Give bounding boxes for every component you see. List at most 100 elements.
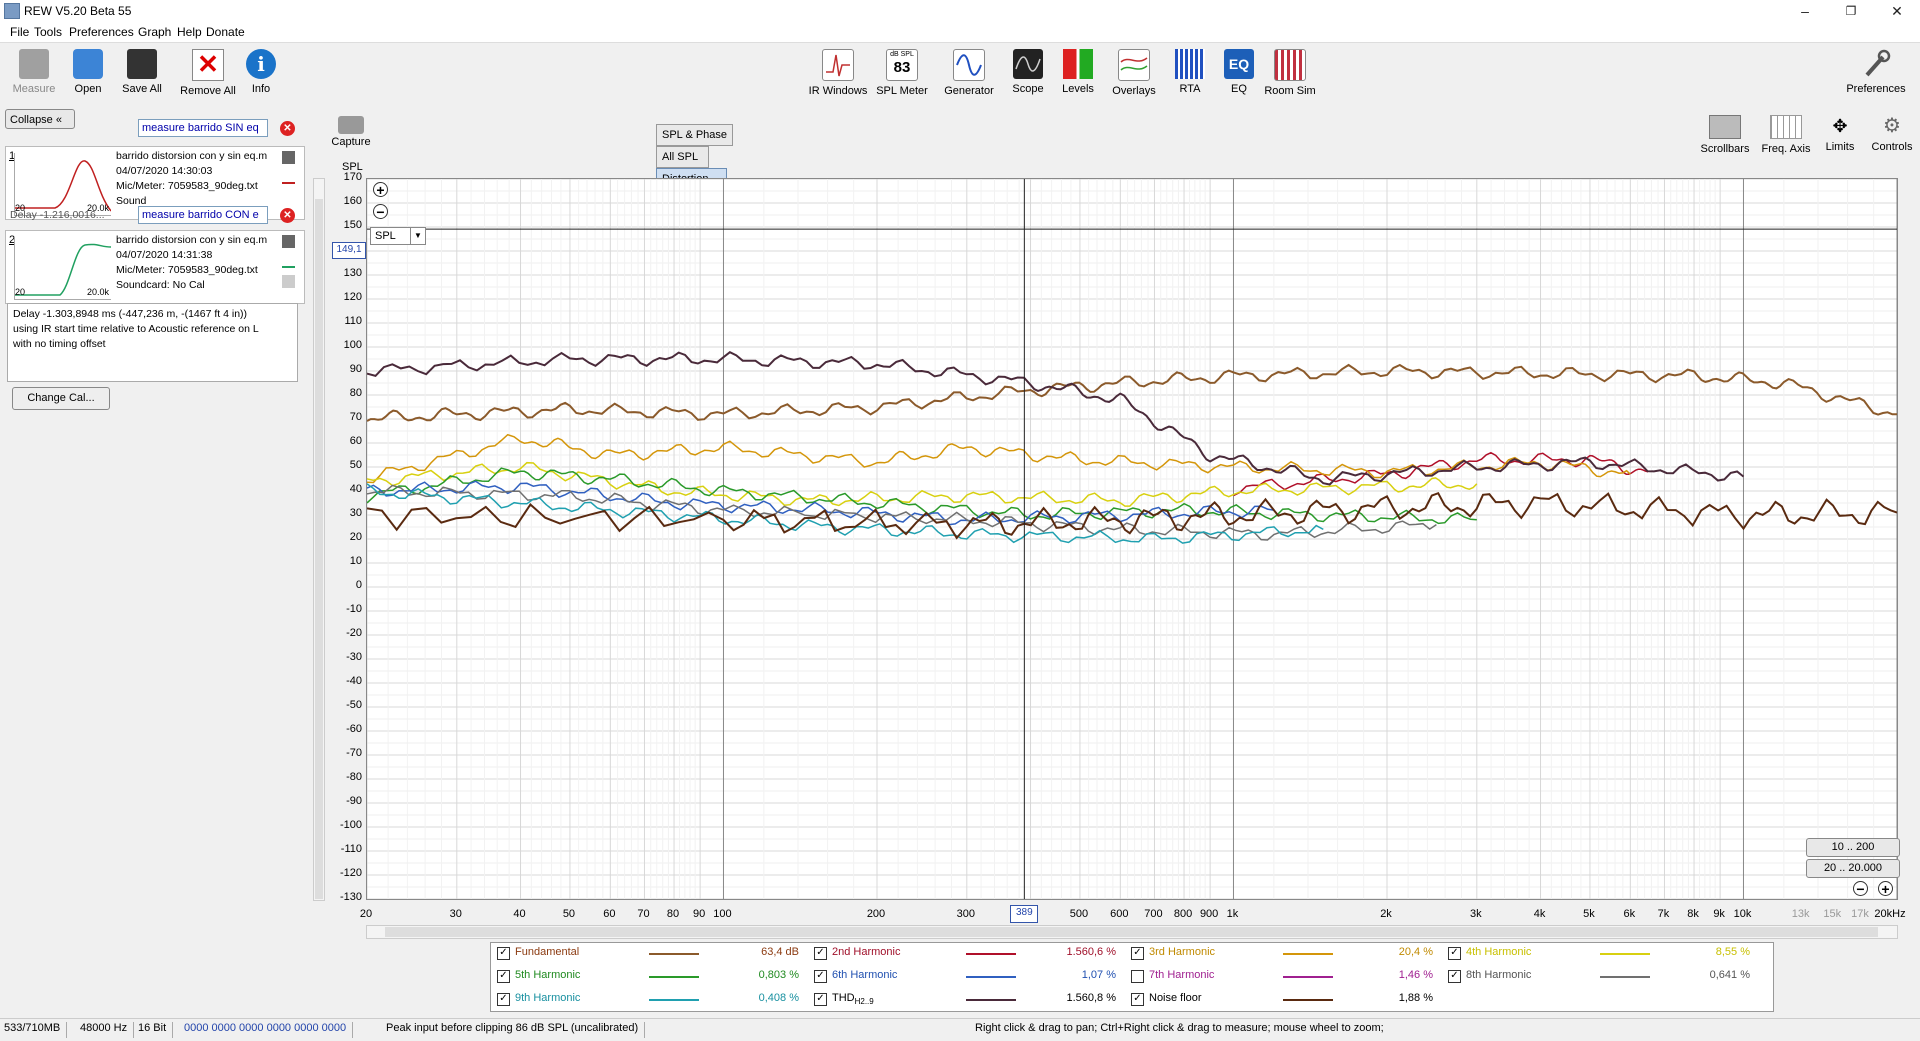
legend-checkbox[interactable]: ✓ <box>1131 993 1144 1006</box>
legend-item[interactable]: ✓ Fundamental 63,4 dB <box>491 943 811 965</box>
scroll-thumb[interactable] <box>385 927 1878 937</box>
status-input-bits: 0000 0000 0000 0000 0000 0000 <box>184 1022 354 1038</box>
zoom-in-y-icon[interactable]: + <box>373 182 388 197</box>
legend-swatch[interactable] <box>1600 976 1650 978</box>
y-tick-label: 110 <box>344 315 362 327</box>
tab-spl-phase[interactable]: SPL & Phase <box>656 124 734 146</box>
menu-file[interactable]: File <box>10 25 29 39</box>
legend-swatch[interactable] <box>1283 953 1333 955</box>
legend-item[interactable]: ✓ 4th Harmonic 8,55 % <box>1442 943 1762 965</box>
generator-button[interactable]: Generator <box>937 43 1001 103</box>
zoom-out-x-icon[interactable]: − <box>1853 881 1868 896</box>
distortion-graph[interactable] <box>366 178 1898 900</box>
menu-preferences[interactable]: Preferences <box>69 25 134 39</box>
spl-meter-button[interactable]: dB SPL 83 SPL Meter <box>870 43 934 103</box>
legend-checkbox[interactable]: ✓ <box>497 947 510 960</box>
room-sim-button[interactable]: Room Sim <box>1258 43 1322 103</box>
measurement-settings-icon[interactable] <box>282 151 295 164</box>
legend-checkbox[interactable]: ✓ <box>814 947 827 960</box>
legend-checkbox[interactable]: ✓ <box>497 970 510 983</box>
window-title: REW V5.20 Beta 55 <box>24 4 132 18</box>
preferences-button[interactable]: Preferences <box>1844 43 1908 103</box>
measurement-mic: Mic/Meter: 7059583_90deg.txt <box>116 180 258 192</box>
eq-icon: EQ <box>1224 49 1254 79</box>
legend-name: Fundamental <box>515 946 580 958</box>
legend-item[interactable]: ✓ 8th Harmonic 0,641 % <box>1442 966 1762 988</box>
change-cal-button[interactable]: Change Cal... <box>12 387 110 410</box>
controls-button[interactable]: ⚙ Controls <box>1862 109 1920 159</box>
ir-windows-button[interactable]: IR Windows <box>806 43 870 103</box>
legend-item[interactable]: ✓ 2nd Harmonic 1.560,6 % <box>808 943 1128 965</box>
legend-item[interactable]: ✓ THDH2..9 1.560,8 % <box>808 989 1128 1011</box>
legend-swatch[interactable] <box>649 976 699 978</box>
save-all-button[interactable]: Save All <box>110 43 174 103</box>
y-tick-label: -20 <box>346 627 362 639</box>
legend-name: THDH2..9 <box>832 992 874 1007</box>
notes-icon[interactable] <box>282 275 295 288</box>
y-tick-label: -120 <box>339 867 362 879</box>
legend-swatch[interactable] <box>1600 953 1650 955</box>
measurement-settings-icon[interactable] <box>282 235 295 248</box>
measurement-name-field-2[interactable]: measure barrido CON e <box>138 206 268 224</box>
legend-swatch[interactable] <box>1283 976 1333 978</box>
freq-axis-button[interactable]: Freq. Axis <box>1756 109 1816 159</box>
restore-button[interactable]: ❐ <box>1828 0 1874 22</box>
measurement-card-2[interactable]: 2 20 20.0k barrido distorsion con y sin … <box>5 230 305 304</box>
legend-item[interactable]: ✓ 5th Harmonic 0,803 % <box>491 966 811 988</box>
y-tick-label: 130 <box>343 267 362 279</box>
zoom-in-x-icon[interactable]: + <box>1878 881 1893 896</box>
collapse-button[interactable]: Collapse « <box>5 109 75 129</box>
legend-checkbox[interactable]: ✓ <box>814 970 827 983</box>
legend-name: 7th Harmonic <box>1149 969 1215 981</box>
minimize-button[interactable]: – <box>1782 0 1828 22</box>
legend-checkbox[interactable]: ✓ <box>1448 947 1461 960</box>
legend-item[interactable]: ✓ Noise floor 1,88 % <box>1125 989 1445 1011</box>
overlays-button[interactable]: Overlays <box>1102 43 1166 103</box>
legend-swatch[interactable] <box>966 976 1016 978</box>
remove-measurement-2-icon[interactable]: ✕ <box>280 208 295 223</box>
legend-swatch[interactable] <box>649 999 699 1001</box>
legend-checkbox[interactable]: ✓ <box>1448 970 1461 983</box>
legend-item[interactable]: ✓ 9th Harmonic 0,408 % <box>491 989 811 1011</box>
scroll-thumb[interactable] <box>315 199 323 899</box>
tab-all-spl[interactable]: All SPL <box>656 146 709 168</box>
menu-graph[interactable]: Graph <box>138 25 171 39</box>
legend-swatch[interactable] <box>966 953 1016 955</box>
legend-swatch[interactable] <box>1283 999 1333 1001</box>
legend-swatch[interactable] <box>649 953 699 955</box>
legend-swatch[interactable] <box>966 999 1016 1001</box>
scrollbars-button[interactable]: Scrollbars <box>1695 109 1755 159</box>
plot-canvas[interactable] <box>366 178 1898 900</box>
menu-donate[interactable]: Donate <box>206 25 245 39</box>
legend-checkbox[interactable]: ✓ <box>814 993 827 1006</box>
save-icon <box>127 49 157 79</box>
limits-button[interactable]: ✥ Limits <box>1810 109 1870 159</box>
levels-button[interactable]: Levels <box>1046 43 1110 103</box>
legend-item[interactable]: ✓ 3rd Harmonic 20,4 % <box>1125 943 1445 965</box>
measure-icon <box>19 49 49 79</box>
zoom-out-y-icon[interactable]: − <box>373 204 388 219</box>
line-color-icon[interactable] <box>282 169 295 184</box>
legend-checkbox[interactable]: ✓ <box>497 993 510 1006</box>
menu-tools[interactable]: Tools <box>34 25 62 39</box>
info-icon: i <box>246 49 276 79</box>
range-10-200-button[interactable]: 10 .. 200 <box>1806 838 1900 857</box>
remove-measurement-1-icon[interactable]: ✕ <box>280 121 295 136</box>
y-axis-select[interactable]: SPL ▼ <box>370 227 426 245</box>
line-color-icon[interactable] <box>282 253 295 268</box>
capture-button[interactable]: Capture <box>331 114 371 158</box>
info-button[interactable]: i Info <box>229 43 293 103</box>
legend-item[interactable]: ✓ 6th Harmonic 1,07 % <box>808 966 1128 988</box>
left-scrollbar[interactable] <box>313 178 325 901</box>
legend-checkbox[interactable]: ✓ <box>1131 947 1144 960</box>
legend-name: Noise floor <box>1149 992 1202 1004</box>
close-button[interactable]: ✕ <box>1874 0 1920 22</box>
x-tick-label: 30 <box>449 908 462 920</box>
menu-help[interactable]: Help <box>177 25 202 39</box>
room-sim-icon <box>1274 49 1306 81</box>
legend-checkbox[interactable] <box>1131 970 1144 983</box>
legend-item[interactable]: 7th Harmonic 1,46 % <box>1125 966 1445 988</box>
measurement-name-field-1[interactable]: measure barrido SIN eq <box>138 119 268 137</box>
range-20-20000-button[interactable]: 20 .. 20.000 <box>1806 859 1900 878</box>
horizontal-scrollbar[interactable] <box>366 925 1898 939</box>
